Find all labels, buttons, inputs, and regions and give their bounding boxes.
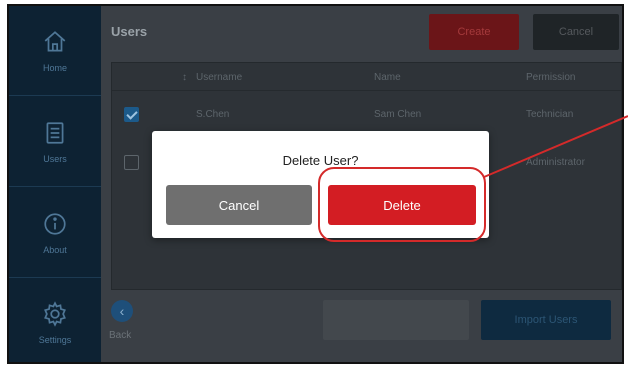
row-checkbox[interactable] bbox=[124, 107, 139, 122]
users-list-icon bbox=[46, 121, 64, 144]
import-users-button[interactable]: Import Users bbox=[481, 300, 611, 340]
sidebar-item-home[interactable]: Home bbox=[9, 6, 101, 96]
chevron-left-icon: ‹ bbox=[119, 303, 125, 319]
back-label: Back bbox=[109, 330, 132, 341]
sidebar-item-label: Users bbox=[43, 153, 67, 164]
sidebar-item-users[interactable]: Users bbox=[9, 97, 101, 187]
sidebar-item-settings[interactable]: Settings bbox=[9, 278, 101, 362]
cell-username: S.Chen bbox=[196, 109, 230, 120]
sidebar-item-about[interactable]: About bbox=[9, 188, 101, 278]
dialog-title: Delete User? bbox=[282, 153, 359, 168]
sidebar-item-label: Home bbox=[42, 62, 67, 73]
cancel-top-button[interactable]: Cancel bbox=[533, 14, 619, 50]
cell-permission: Administrator bbox=[526, 157, 585, 168]
table-header: ↕ Username Name Permission bbox=[112, 63, 621, 91]
sidebar-item-label: Settings bbox=[38, 335, 72, 345]
sidebar: Home Users About Settings bbox=[9, 6, 101, 362]
page-title: Users bbox=[111, 24, 148, 39]
cancel-button[interactable]: Cancel bbox=[166, 185, 312, 225]
row-checkbox[interactable] bbox=[124, 155, 139, 170]
table-row[interactable]: S.Chen Sam Chen Technician bbox=[112, 103, 621, 127]
info-icon bbox=[44, 212, 66, 235]
home-icon bbox=[44, 30, 66, 52]
cell-name: Sam Chen bbox=[374, 109, 422, 120]
sidebar-item-label: About bbox=[43, 244, 67, 255]
annotation-highlight-ring bbox=[318, 167, 486, 242]
column-header-name[interactable]: Name bbox=[374, 72, 401, 83]
gear-icon bbox=[44, 301, 66, 327]
column-header-permission[interactable]: Permission bbox=[526, 72, 575, 83]
disabled-action-button bbox=[323, 300, 469, 340]
column-header-username[interactable]: Username bbox=[196, 72, 242, 83]
back-button[interactable]: ‹ bbox=[111, 300, 133, 322]
sort-icon: ↕ bbox=[182, 72, 187, 83]
cell-permission: Technician bbox=[526, 109, 574, 120]
footer-bar: ‹ Back Import Users bbox=[101, 286, 622, 362]
create-button[interactable]: Create bbox=[429, 14, 519, 50]
